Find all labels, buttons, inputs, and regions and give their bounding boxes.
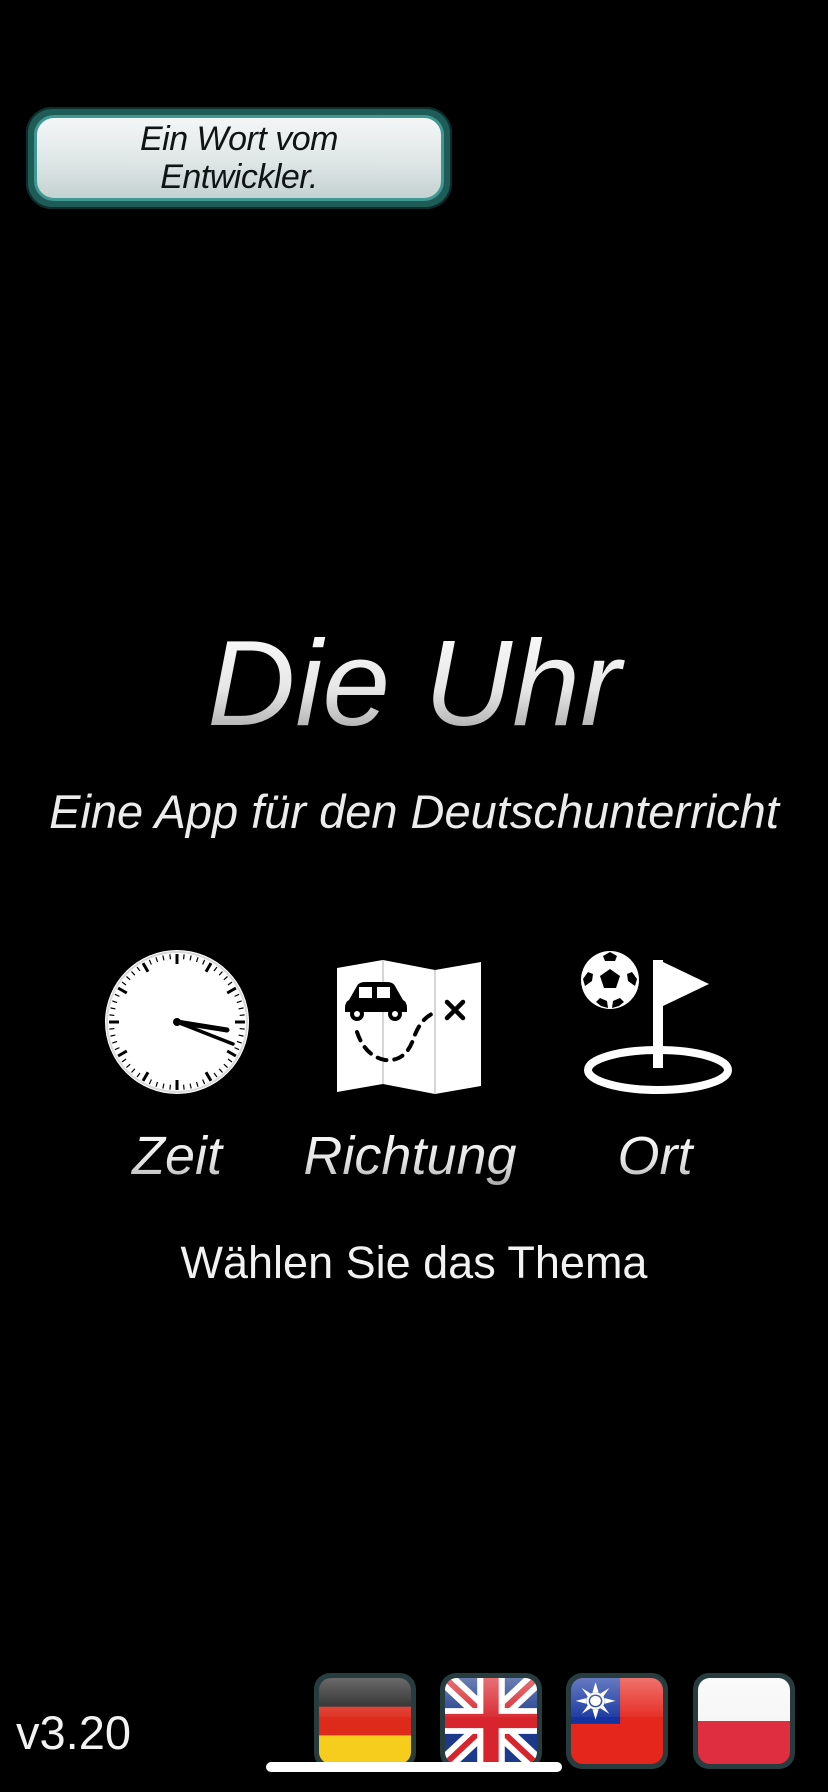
- topic-zeit-button[interactable]: Zeit: [67, 948, 287, 1188]
- topic-ort-button[interactable]: Ort: [545, 948, 765, 1188]
- developer-word-button-label: Ein Wort vom Entwickler.: [139, 120, 339, 196]
- choose-topic-prompt: Wählen Sie das Thema: [180, 1237, 648, 1288]
- german-flag-icon: [319, 1678, 411, 1764]
- clock-minute-tick: [109, 1014, 115, 1017]
- language-german-button[interactable]: [314, 1673, 416, 1769]
- clock-minute-tick: [239, 1027, 245, 1030]
- taiwan-flag-icon: [571, 1678, 663, 1764]
- clock-icon: [105, 950, 249, 1094]
- language-english-button[interactable]: [440, 1673, 542, 1769]
- topic-richtung-button[interactable]: Richtung: [300, 948, 520, 1188]
- app-title: Die Uhr: [0, 618, 828, 748]
- language-chinese-button[interactable]: [566, 1673, 668, 1769]
- location-flag-icon: [581, 951, 732, 1094]
- app-subtitle: Eine App für den Deutschunterricht: [49, 785, 779, 838]
- poland-flag-icon: [698, 1678, 790, 1764]
- clock-minute-tick: [169, 1084, 172, 1090]
- home-indicator[interactable]: [266, 1762, 562, 1772]
- clock-minute-tick: [239, 1014, 245, 1017]
- topic-richtung-label: Richtung: [300, 1126, 520, 1186]
- uk-flag-icon: [445, 1678, 537, 1764]
- topic-ort-label: Ort: [545, 1126, 765, 1186]
- clock-minute-tick: [169, 954, 172, 960]
- version-label: v3.20: [16, 1706, 131, 1759]
- map-route-icon: [337, 960, 481, 1094]
- topic-zeit-label: Zeit: [67, 1126, 287, 1186]
- clock-minute-tick: [182, 954, 185, 960]
- developer-word-button[interactable]: Ein Wort vom Entwickler.: [26, 107, 452, 209]
- clock-minute-tick: [109, 1027, 115, 1030]
- start-screen: Ein Wort vom Entwickler. Die Uhr Eine Ap…: [0, 0, 828, 1792]
- clock-minute-tick: [182, 1084, 185, 1090]
- developer-word-button-face: Ein Wort vom Entwickler.: [34, 115, 444, 201]
- language-polish-button[interactable]: [693, 1673, 795, 1769]
